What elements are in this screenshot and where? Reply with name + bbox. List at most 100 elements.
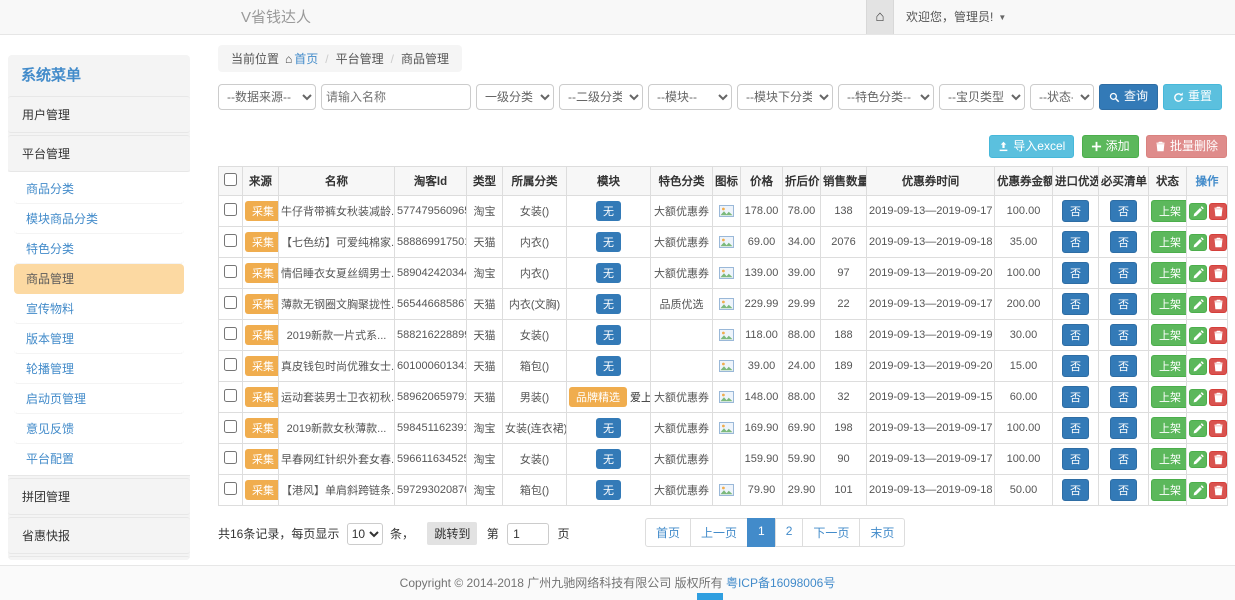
per-page-select[interactable]: 10 (347, 523, 383, 545)
sidebar-item[interactable]: 模块商品分类 (14, 204, 184, 234)
sidebar-item[interactable]: 启动页管理 (14, 384, 184, 414)
must-buy-button[interactable]: 否 (1110, 200, 1137, 222)
delete-button[interactable] (1209, 451, 1227, 468)
delete-button[interactable] (1209, 203, 1227, 220)
sidebar-group[interactable]: 消息管理 (8, 556, 190, 560)
sidebar-group[interactable]: 省惠快报 (8, 517, 190, 554)
row-checkbox[interactable] (224, 482, 237, 495)
pagination-button[interactable]: 末页 (859, 518, 905, 547)
sidebar-item[interactable]: 宣传物料 (14, 294, 184, 324)
edit-button[interactable] (1189, 327, 1207, 344)
home-icon[interactable]: ⌂ (866, 0, 894, 34)
pagination-button[interactable]: 首页 (645, 518, 691, 547)
row-checkbox[interactable] (224, 358, 237, 371)
sidebar-item[interactable]: 平台配置 (14, 444, 184, 473)
query-button[interactable]: 查询 (1099, 84, 1158, 109)
filter-select-5[interactable]: --宝贝类型-- (939, 84, 1025, 110)
must-buy-button[interactable]: 否 (1110, 417, 1137, 439)
sidebar-item[interactable]: 商品管理 (14, 264, 184, 294)
reset-button[interactable]: 重置 (1163, 84, 1222, 109)
delete-button[interactable] (1209, 420, 1227, 437)
import-choice-button[interactable]: 否 (1062, 293, 1089, 315)
import-choice-button[interactable]: 否 (1062, 448, 1089, 470)
must-buy-button[interactable]: 否 (1110, 293, 1137, 315)
delete-button[interactable] (1209, 482, 1227, 499)
status-button[interactable]: 上架 (1151, 293, 1187, 315)
status-button[interactable]: 上架 (1151, 200, 1187, 222)
import-choice-button[interactable]: 否 (1062, 355, 1089, 377)
edit-button[interactable] (1189, 358, 1207, 375)
import-choice-button[interactable]: 否 (1062, 231, 1089, 253)
import-choice-button[interactable]: 否 (1062, 262, 1089, 284)
pagination-button[interactable]: 上一页 (690, 518, 748, 547)
edit-button[interactable] (1189, 296, 1207, 313)
delete-button[interactable] (1209, 358, 1227, 375)
must-buy-button[interactable]: 否 (1110, 324, 1137, 346)
status-button[interactable]: 上架 (1151, 386, 1187, 408)
must-buy-button[interactable]: 否 (1110, 386, 1137, 408)
filter-select-3[interactable]: --模块下分类-- (737, 84, 833, 110)
edit-button[interactable] (1189, 482, 1207, 499)
row-checkbox[interactable] (224, 327, 237, 340)
filter-select-4[interactable]: --特色分类-- (838, 84, 934, 110)
row-checkbox[interactable] (224, 234, 237, 247)
sidebar-group[interactable]: 平台管理 (8, 135, 190, 172)
row-checkbox[interactable] (224, 296, 237, 309)
batch-delete-button[interactable]: 批量删除 (1146, 135, 1227, 158)
row-checkbox[interactable] (224, 203, 237, 216)
sidebar-item[interactable]: 意见反馈 (14, 414, 184, 444)
filter-select-2[interactable]: --模块-- (648, 84, 732, 110)
delete-button[interactable] (1209, 327, 1227, 344)
import-choice-button[interactable]: 否 (1062, 386, 1089, 408)
pagination-button[interactable]: 2 (775, 518, 804, 547)
status-button[interactable]: 上架 (1151, 324, 1187, 346)
filter-select-source[interactable]: --数据来源-- (218, 84, 316, 110)
page-number-input[interactable] (507, 523, 549, 545)
must-buy-button[interactable]: 否 (1110, 479, 1137, 501)
delete-button[interactable] (1209, 234, 1227, 251)
jump-button[interactable]: 跳转到 (427, 522, 477, 545)
status-button[interactable]: 上架 (1151, 355, 1187, 377)
edit-button[interactable] (1189, 265, 1207, 282)
import-excel-button[interactable]: 导入excel (989, 135, 1074, 158)
row-checkbox[interactable] (224, 451, 237, 464)
delete-button[interactable] (1209, 265, 1227, 282)
filter-select-6[interactable]: --状态-- (1030, 84, 1094, 110)
row-checkbox[interactable] (224, 265, 237, 278)
edit-button[interactable] (1189, 389, 1207, 406)
sidebar-item[interactable]: 特色分类 (14, 234, 184, 264)
delete-button[interactable] (1209, 389, 1227, 406)
edit-button[interactable] (1189, 451, 1207, 468)
status-button[interactable]: 上架 (1151, 479, 1187, 501)
must-buy-button[interactable]: 否 (1110, 448, 1137, 470)
row-checkbox[interactable] (224, 389, 237, 402)
import-choice-button[interactable]: 否 (1062, 479, 1089, 501)
status-button[interactable]: 上架 (1151, 262, 1187, 284)
import-choice-button[interactable]: 否 (1062, 200, 1089, 222)
icp-link[interactable]: 粤ICP备16098006号 (726, 576, 835, 590)
import-choice-button[interactable]: 否 (1062, 324, 1089, 346)
delete-button[interactable] (1209, 296, 1227, 313)
filter-select-1[interactable]: --二级分类-- (559, 84, 643, 110)
must-buy-button[interactable]: 否 (1110, 262, 1137, 284)
user-menu[interactable]: 欢迎您，管理员!▼ (906, 0, 1006, 35)
search-input[interactable] (321, 84, 471, 110)
sidebar-group[interactable]: 拼团管理 (8, 478, 190, 515)
row-checkbox[interactable] (224, 420, 237, 433)
edit-button[interactable] (1189, 234, 1207, 251)
filter-select-0[interactable]: 一级分类 (476, 84, 554, 110)
must-buy-button[interactable]: 否 (1110, 231, 1137, 253)
sidebar-item[interactable]: 轮播管理 (14, 354, 184, 384)
add-button[interactable]: 添加 (1082, 135, 1139, 158)
status-button[interactable]: 上架 (1151, 448, 1187, 470)
status-button[interactable]: 上架 (1151, 231, 1187, 253)
breadcrumb-home-link[interactable]: 首页 (294, 52, 318, 66)
sidebar-item[interactable]: 版本管理 (14, 324, 184, 354)
import-choice-button[interactable]: 否 (1062, 417, 1089, 439)
select-all-checkbox[interactable] (224, 173, 237, 186)
sidebar-group[interactable]: 用户管理 (8, 96, 190, 133)
edit-button[interactable] (1189, 420, 1207, 437)
sidebar-item[interactable]: 商品分类 (14, 174, 184, 204)
status-button[interactable]: 上架 (1151, 417, 1187, 439)
pagination-button[interactable]: 1 (747, 518, 776, 547)
